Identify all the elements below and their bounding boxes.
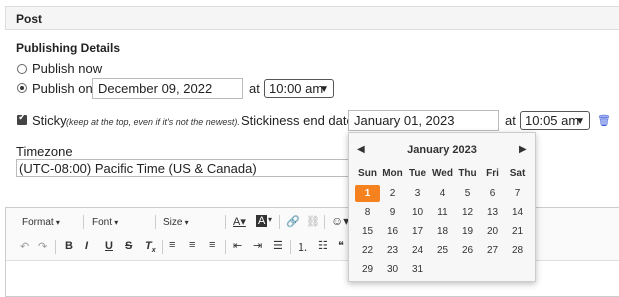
- calendar-day[interactable]: 2: [380, 185, 405, 202]
- horizontal-rule-icon[interactable]: ☰: [273, 239, 283, 252]
- timezone-select[interactable]: (UTC-08:00) Pacific Time (US & Canada): [16, 159, 356, 177]
- calendar-day[interactable]: 20: [480, 223, 505, 240]
- link-icon[interactable]: 🔗: [286, 215, 300, 228]
- calendar-day[interactable]: 9: [380, 204, 405, 221]
- calendar-day[interactable]: 7: [505, 185, 530, 202]
- toolbar-divider: [225, 215, 226, 229]
- publish-on-date-input[interactable]: December 09, 2022: [92, 78, 243, 99]
- toolbar-divider: [162, 240, 163, 254]
- align-left-icon[interactable]: ≡: [169, 239, 175, 251]
- chevron-down-icon: ▼: [575, 116, 585, 127]
- publish-on-time-value: 10:00 am: [269, 81, 324, 96]
- calendar-day[interactable]: 4: [430, 185, 455, 202]
- toolbar-divider: [83, 215, 84, 229]
- toolbar-divider: [225, 240, 226, 254]
- calendar-day[interactable]: 28: [505, 242, 530, 259]
- clear-format-icon[interactable]: Tx: [145, 240, 156, 254]
- calendar-weekday: Sun: [358, 168, 377, 179]
- calendar-day[interactable]: 8: [355, 204, 380, 221]
- sticky-hint: (keep at the top, even if it's not the n…: [66, 117, 240, 127]
- numbered-list-icon[interactable]: ⒈: [297, 239, 308, 255]
- publish-now-radio[interactable]: [17, 64, 27, 74]
- italic-icon[interactable]: I: [85, 240, 88, 252]
- publish-on-time-select[interactable]: 10:00 am ▼: [264, 79, 334, 98]
- strikethrough-icon[interactable]: S: [125, 240, 132, 252]
- calendar-day[interactable]: 19: [455, 223, 480, 240]
- calendar-day[interactable]: 17: [405, 223, 430, 240]
- format-dropdown[interactable]: Format: [22, 217, 80, 228]
- publish-on-label[interactable]: Publish on: [32, 81, 93, 96]
- chevron-down-icon[interactable]: ▾: [268, 215, 272, 224]
- outdent-icon[interactable]: ⇤: [233, 239, 242, 252]
- stickiness-time-select[interactable]: 10:05 am ▼: [520, 111, 590, 130]
- blockquote-icon[interactable]: ❝: [338, 239, 344, 252]
- calendar-day[interactable]: 3: [405, 185, 430, 202]
- calendar-day[interactable]: 15: [355, 223, 380, 240]
- calendar-weekday: Mon: [382, 168, 403, 179]
- calendar-day[interactable]: 23: [380, 242, 405, 259]
- publish-on-at-label: at: [249, 81, 260, 96]
- calendar-day[interactable]: 26: [455, 242, 480, 259]
- publishing-heading: Publishing Details: [16, 41, 121, 55]
- publish-on-radio[interactable]: [17, 83, 27, 93]
- redo-icon[interactable]: ↷: [38, 240, 47, 253]
- stickiness-time-value: 10:05 am: [525, 113, 580, 128]
- calendar-weekday: Tue: [408, 168, 427, 179]
- stickiness-date-input[interactable]: January 01, 2023: [348, 110, 499, 131]
- calendar-month-year: January 2023: [407, 144, 477, 156]
- sticky-checkbox[interactable]: [17, 112, 27, 125]
- calendar-day[interactable]: 1: [355, 185, 380, 202]
- panel-title: Post: [16, 12, 43, 26]
- underline-icon[interactable]: U: [105, 240, 113, 252]
- calendar-day[interactable]: 5: [455, 185, 480, 202]
- calendar-day[interactable]: 24: [405, 242, 430, 259]
- calendar-day[interactable]: 11: [430, 204, 455, 221]
- emoji-icon[interactable]: ☺▾: [331, 214, 349, 228]
- bold-icon[interactable]: B: [65, 240, 73, 252]
- bullet-list-icon[interactable]: ☷: [318, 239, 328, 252]
- publish-now-label[interactable]: Publish now: [32, 61, 102, 76]
- calendar-day[interactable]: 12: [455, 204, 480, 221]
- calendar-day[interactable]: 16: [380, 223, 405, 240]
- background-color-icon[interactable]: A: [256, 215, 268, 227]
- trash-icon[interactable]: 🗑: [597, 114, 611, 127]
- calendar-day[interactable]: 29: [355, 261, 380, 278]
- font-dropdown[interactable]: Font: [92, 217, 152, 228]
- indent-icon[interactable]: ⇥: [253, 239, 262, 252]
- calendar-day[interactable]: 31: [405, 261, 430, 278]
- calendar-day[interactable]: 18: [430, 223, 455, 240]
- date-picker-popup: ◀ January 2023 ▶ Sun Mon Tue Wed Thu Fri Sat 1 2…: [348, 132, 536, 282]
- unlink-icon[interactable]: ⛓: [306, 215, 320, 228]
- toolbar-divider: [55, 240, 56, 254]
- calendar-weekday: Sat: [509, 168, 526, 179]
- calendar-weekday: Wed: [432, 168, 453, 179]
- calendar-day[interactable]: 13: [480, 204, 505, 221]
- calendar-day[interactable]: 30: [380, 261, 405, 278]
- calendar-day[interactable]: 10: [405, 204, 430, 221]
- calendar-day[interactable]: 22: [355, 242, 380, 259]
- toolbar-divider: [279, 215, 280, 229]
- toolbar-divider: [155, 215, 156, 229]
- calendar-day[interactable]: 6: [480, 185, 505, 202]
- calendar-day[interactable]: 27: [480, 242, 505, 259]
- next-month-icon[interactable]: ▶: [519, 144, 527, 155]
- calendar-day[interactable]: 25: [430, 242, 455, 259]
- text-color-icon[interactable]: A▾: [233, 215, 246, 228]
- panel-header: Post: [5, 6, 619, 30]
- size-dropdown[interactable]: Size: [163, 217, 223, 228]
- align-center-icon[interactable]: ≡: [189, 239, 195, 251]
- stickiness-label: Stickiness end date: [241, 113, 354, 128]
- chevron-down-icon: ▼: [319, 84, 329, 95]
- undo-icon[interactable]: ↶: [20, 240, 29, 253]
- toolbar-divider: [324, 215, 325, 229]
- timezone-label: Timezone: [16, 144, 73, 159]
- stickiness-at-label: at: [505, 113, 516, 128]
- align-right-icon[interactable]: ≡: [209, 239, 215, 251]
- calendar-day[interactable]: 21: [505, 223, 530, 240]
- sticky-label[interactable]: Sticky: [32, 113, 67, 128]
- calendar-weekday: Thu: [458, 168, 477, 179]
- calendar-day[interactable]: 14: [505, 204, 530, 221]
- calendar-weekday: Fri: [486, 168, 499, 179]
- toolbar-divider: [290, 240, 291, 254]
